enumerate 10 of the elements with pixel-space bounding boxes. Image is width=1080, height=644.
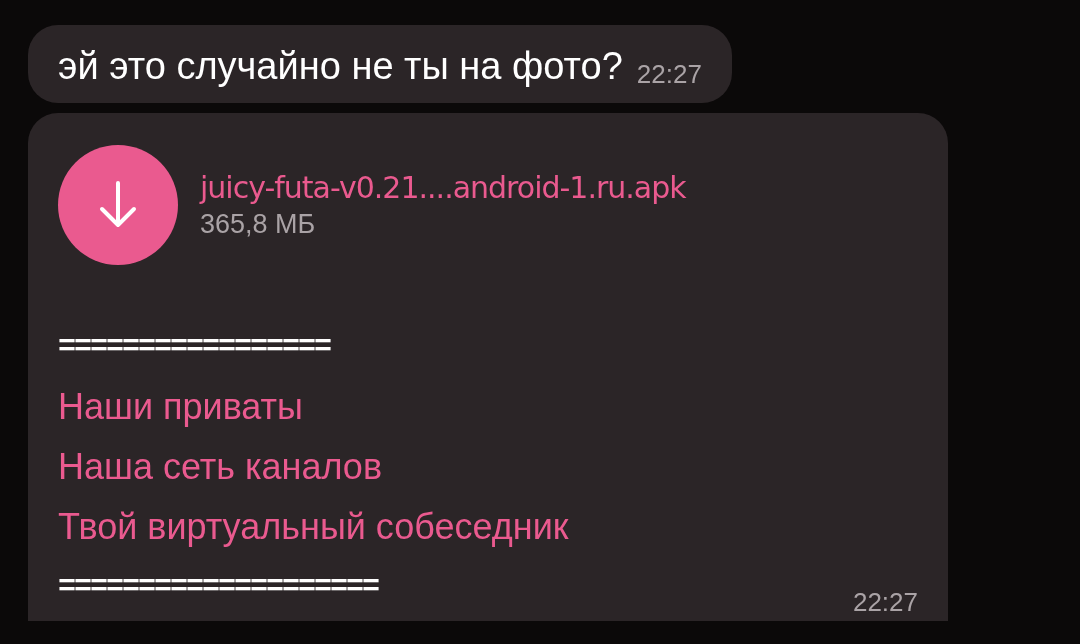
separator-text: ====================: [58, 569, 379, 606]
caption-link[interactable]: Наши приваты: [58, 386, 303, 427]
message-time: 22:27: [852, 587, 918, 617]
separator-text: =================: [58, 330, 331, 364]
message-time: 22:27: [636, 59, 702, 89]
file-size: 365,8 МБ: [200, 208, 317, 241]
caption-link[interactable]: Наша сеть каналов: [58, 446, 383, 487]
message-text: эй это случайно не ты на фото?: [58, 44, 623, 89]
file-name[interactable]: juicy-futa-v0.21....android-1.ru.apk: [200, 169, 686, 207]
caption-link[interactable]: Твой виртуальный собеседник: [58, 506, 569, 547]
